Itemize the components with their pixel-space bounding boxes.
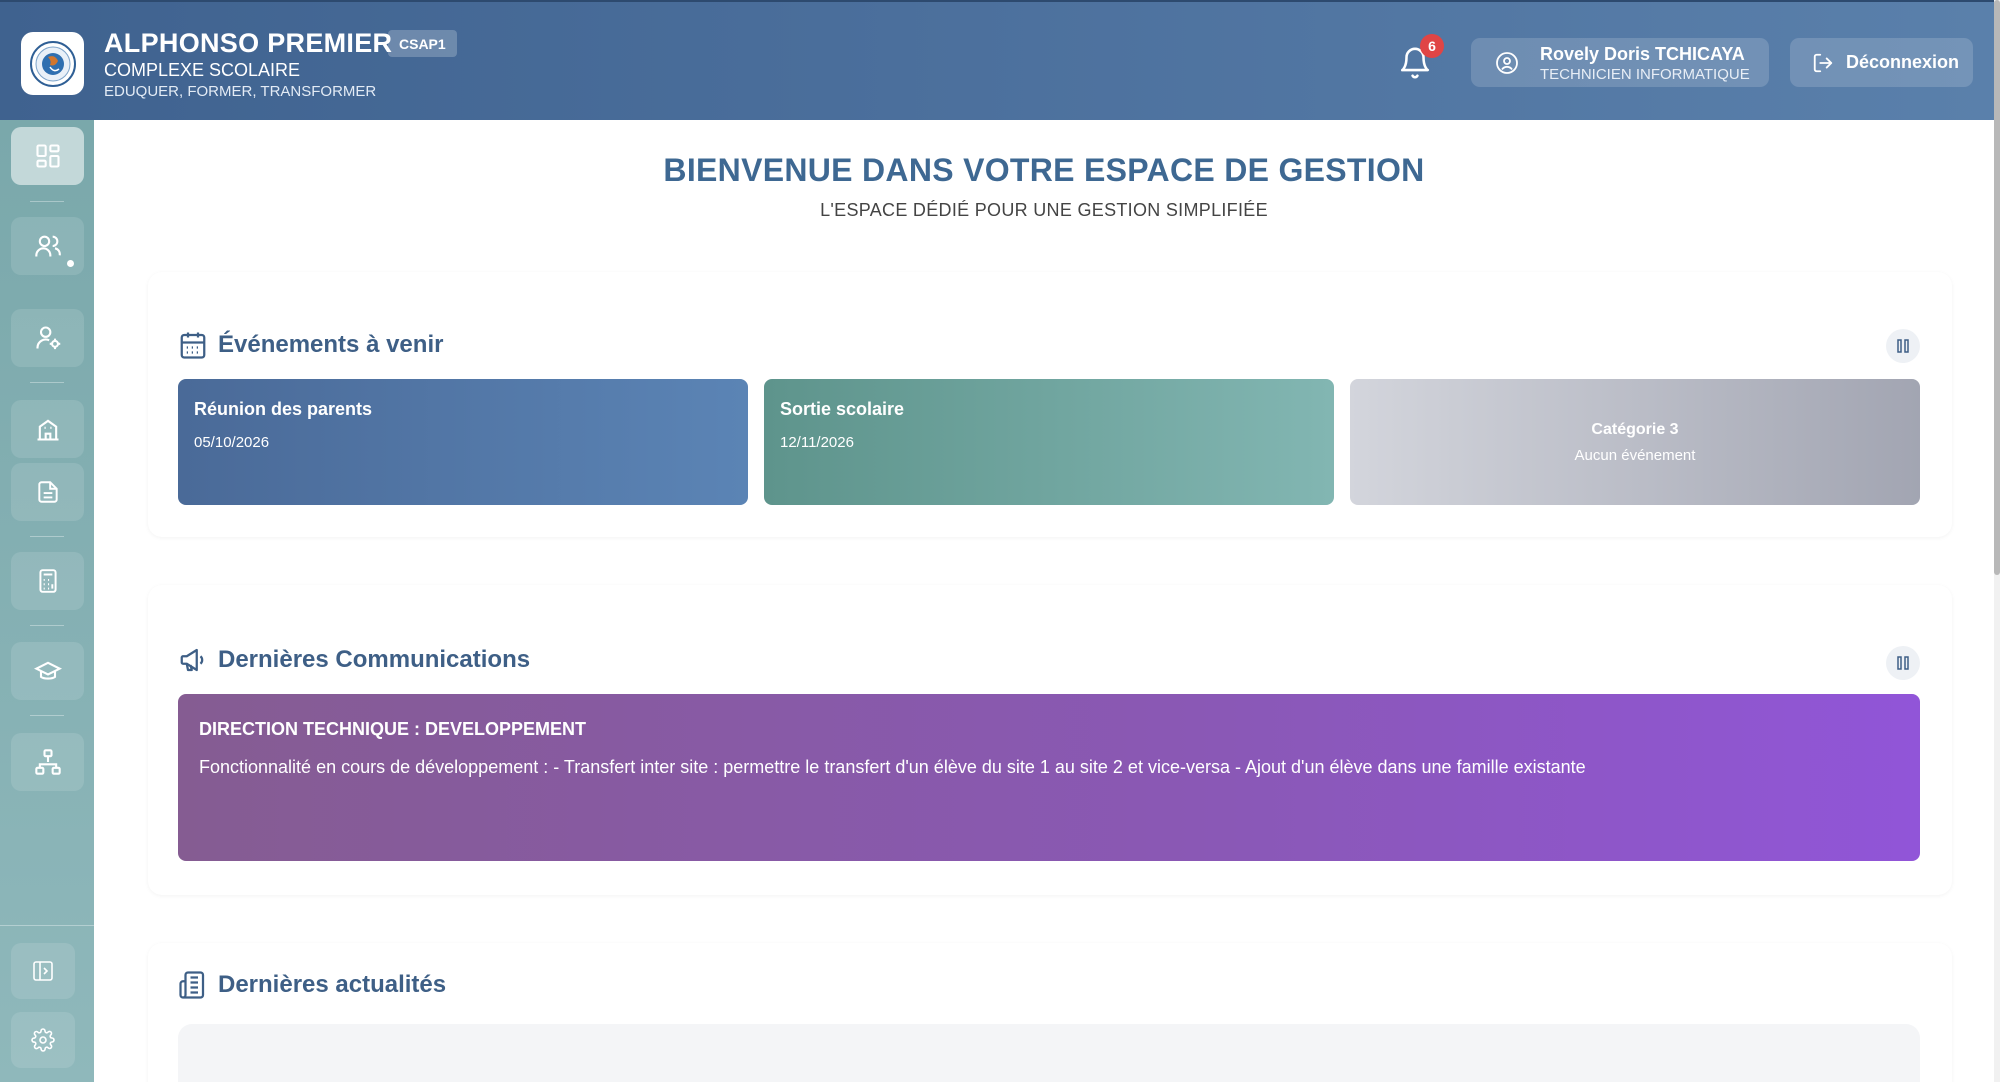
document-icon <box>37 481 58 503</box>
logout-icon <box>1813 53 1833 72</box>
users-icon <box>34 235 61 257</box>
school-logo-icon <box>29 40 76 87</box>
collapse-sidebar-button[interactable] <box>11 943 75 999</box>
news-header: Dernières actualités <box>178 970 446 1000</box>
news-title: Dernières actualités <box>218 971 447 998</box>
event-title: Sortie scolaire <box>780 399 905 419</box>
event-date: 12/11/2026 <box>780 434 854 451</box>
notification-count-badge: 6 <box>1420 34 1444 58</box>
graduation-cap-icon <box>33 661 62 680</box>
sidebar-divider <box>30 536 64 537</box>
brand-title: ALPHONSO PREMIER <box>104 28 393 58</box>
site-badge: CSAP1 <box>388 30 457 57</box>
user-profile-button[interactable]: Rovely Doris TCHICAYA TECHNICIEN INFORMA… <box>1471 38 1769 87</box>
user-settings-icon <box>35 326 60 350</box>
sidebar-item-accounting[interactable] <box>11 552 84 610</box>
sidebar-item-students[interactable] <box>11 642 84 700</box>
user-circle-icon <box>1496 52 1518 74</box>
megaphone-icon <box>180 648 204 672</box>
events-pause-button[interactable] <box>1886 329 1920 363</box>
sidebar-divider <box>30 715 64 716</box>
sidebar-divider <box>30 201 64 202</box>
communications-pause-button[interactable] <box>1886 646 1920 680</box>
collapse-panel-icon <box>33 961 53 981</box>
school-logo[interactable] <box>21 32 84 95</box>
communication-item[interactable]: DIRECTION TECHNIQUE : DEVELOPPEMENT Fonc… <box>178 694 1920 861</box>
pause-icon <box>1897 656 1909 670</box>
sidebar-divider <box>30 382 64 383</box>
settings-button[interactable] <box>11 1012 75 1068</box>
brand-subtitle: COMPLEXE SCOLAIRE <box>104 60 301 80</box>
scrollbar-thumb[interactable] <box>1994 0 2000 575</box>
newspaper-icon <box>179 971 205 999</box>
event-empty-text: Aucun événement <box>1574 447 1696 464</box>
event-date: 05/10/2026 <box>194 434 270 451</box>
top-header: ALPHONSO PREMIER COMPLEXE SCOLAIRE EDUQU… <box>0 0 1994 120</box>
event-card[interactable]: Réunion des parents 05/10/2026 <box>178 379 748 505</box>
events-header: Événements à venir <box>178 330 443 360</box>
events-title: Événements à venir <box>218 331 444 358</box>
logout-label: Déconnexion <box>1846 52 1960 72</box>
organization-icon <box>34 749 61 775</box>
event-card-empty: Catégorie 3 Aucun événement <box>1350 379 1920 505</box>
sidebar-indicator-dot <box>67 260 74 267</box>
sidebar-item-user-settings[interactable] <box>11 309 84 367</box>
sidebar-item-dashboard[interactable] <box>11 127 84 185</box>
logout-button[interactable]: Déconnexion <box>1790 38 1973 87</box>
brand-motto: EDUQUER, FORMER, TRANSFORMER <box>104 83 377 100</box>
sidebar-item-organization[interactable] <box>11 733 84 791</box>
user-role: TECHNICIEN INFORMATIQUE <box>1540 66 1750 83</box>
sidebar <box>0 120 94 1082</box>
dashboard-icon <box>35 144 60 168</box>
school-building-icon <box>37 419 58 441</box>
news-list-area <box>178 1024 1920 1082</box>
communications-header: Dernières Communications <box>178 645 530 675</box>
sidebar-divider <box>0 925 94 926</box>
sidebar-divider <box>30 625 64 626</box>
sidebar-item-school[interactable] <box>11 400 84 458</box>
calculator-icon <box>38 569 57 593</box>
communications-title: Dernières Communications <box>218 646 531 673</box>
page-subtitle: L'ESPACE DÉDIÉ POUR UNE GESTION SIMPLIFI… <box>820 200 1268 220</box>
event-title: Réunion des parents <box>194 399 373 419</box>
page-title: BIENVENUE DANS VOTRE ESPACE DE GESTION <box>663 152 1425 188</box>
page-scrollbar[interactable] <box>1994 0 2000 1082</box>
user-name: Rovely Doris TCHICAYA <box>1540 44 1745 64</box>
calendar-icon <box>180 332 206 359</box>
communication-title: DIRECTION TECHNIQUE : DEVELOPPEMENT <box>199 719 587 739</box>
sidebar-item-documents[interactable] <box>11 463 84 521</box>
pause-icon <box>1897 339 1909 353</box>
communication-text: Fonctionnalité en cours de développement… <box>199 757 1586 777</box>
event-category-title: Catégorie 3 <box>1591 421 1679 438</box>
gear-icon <box>31 1028 55 1052</box>
sidebar-item-users[interactable] <box>11 217 84 275</box>
event-card[interactable]: Sortie scolaire 12/11/2026 <box>764 379 1334 505</box>
